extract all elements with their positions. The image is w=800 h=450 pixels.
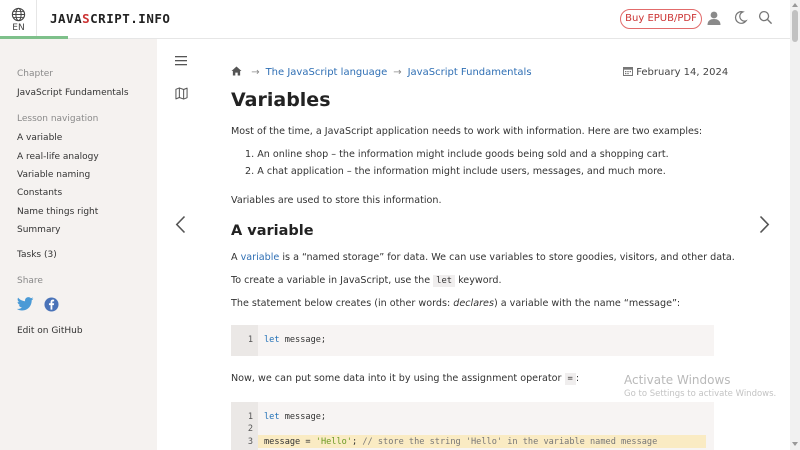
definition-paragraph: A variable is a “named storage” for data… <box>231 252 735 263</box>
sidebar-tasks-link[interactable]: Tasks (3) <box>17 250 57 260</box>
paragraph-text: Now, we can put some data into it by usi… <box>231 373 565 384</box>
code-block-2: 1 2 3 let message; message = 'Hello'; //… <box>231 402 714 450</box>
line-number: 1 <box>247 335 253 345</box>
declares-emphasis: declares <box>453 298 494 309</box>
let-keyword-code: let <box>433 275 456 287</box>
line-number: 3 <box>247 437 253 447</box>
code-string: 'Hello' <box>310 437 352 447</box>
sidebar: Chapter JavaScript Fundamentals Lesson n… <box>0 39 157 450</box>
breadcrumb-link-js-fundamentals[interactable]: JavaScript Fundamentals <box>408 67 532 78</box>
code-block-1: 1 let message; <box>231 325 714 356</box>
sidebar-item-summary[interactable]: Summary <box>17 225 61 235</box>
code-text: message; <box>279 335 327 345</box>
menu-icon[interactable] <box>175 55 187 66</box>
site-logo[interactable]: JAVASCRIPT.INFO <box>50 11 170 26</box>
scroll-down-arrow-icon[interactable] <box>792 442 798 446</box>
breadcrumb-separator: → <box>251 67 260 78</box>
breadcrumb-separator: → <box>393 67 402 78</box>
section-heading-a-variable: A variable <box>231 223 314 239</box>
activate-windows-title: Activate Windows <box>624 373 731 387</box>
map-icon[interactable] <box>175 87 188 100</box>
scroll-thumb[interactable] <box>792 10 798 42</box>
sidebar-share-heading: Share <box>17 276 43 286</box>
code-keyword: let <box>264 412 280 422</box>
definition-text: is a “named storage” for data. We can us… <box>279 252 735 263</box>
buy-epub-pdf-button[interactable]: Buy EPUB/PDF <box>620 9 702 29</box>
calendar-icon <box>623 67 633 76</box>
code-comment: // store the string 'Hello' in the varia… <box>357 437 658 447</box>
breadcrumb: → The JavaScript language → JavaScript Fund… <box>231 66 532 78</box>
page-title: Variables <box>231 89 331 111</box>
code-keyword: let <box>264 335 280 345</box>
paragraph-text: : <box>575 373 580 384</box>
breadcrumb-link-js-language[interactable]: The JavaScript language <box>266 67 388 78</box>
sidebar-item-a-variable[interactable]: A variable <box>17 133 62 143</box>
paragraph-variables-used: Variables are used to store this informa… <box>231 195 442 206</box>
chevron-left-icon[interactable] <box>175 215 186 234</box>
intro-paragraph: Most of the time, a JavaScript applicati… <box>231 126 703 137</box>
page-scrollbar[interactable] <box>790 0 800 450</box>
twitter-icon[interactable] <box>17 297 34 311</box>
search-icon[interactable] <box>758 10 773 25</box>
create-variable-paragraph: To create a variable in JavaScript, use … <box>231 275 502 287</box>
publish-date: February 14, 2024 <box>623 66 728 78</box>
logo-text-accent: S <box>82 11 91 26</box>
moon-icon[interactable] <box>733 10 748 25</box>
code-line: let message; <box>264 335 326 345</box>
assignment-paragraph: Now, we can put some data into it by usi… <box>231 373 580 385</box>
code-line: message = 'Hello'; // store the string '… <box>264 437 657 447</box>
user-icon[interactable] <box>706 10 722 26</box>
code-variable: message <box>264 437 306 447</box>
facebook-icon[interactable] <box>44 297 59 312</box>
list-item: 2. A chat application – the information … <box>245 166 666 177</box>
definition-prefix: A <box>231 252 241 263</box>
chevron-right-icon[interactable] <box>759 215 770 234</box>
sidebar-chapter-heading: Chapter <box>17 69 53 79</box>
activate-windows-subtitle: Go to Settings to activate Windows. <box>624 389 777 399</box>
sidebar-chapter-link[interactable]: JavaScript Fundamentals <box>17 88 129 98</box>
code-line: let message; <box>264 412 326 422</box>
paragraph-text: To create a variable in JavaScript, use … <box>231 275 434 286</box>
line-number: 1 <box>247 412 253 422</box>
language-switcher[interactable]: EN <box>0 0 37 39</box>
sidebar-item-name-things-right[interactable]: Name things right <box>17 207 98 217</box>
publish-date-text: February 14, 2024 <box>636 67 729 78</box>
declare-paragraph: The statement below creates (in other wo… <box>231 298 680 309</box>
scroll-up-arrow-icon[interactable] <box>792 3 798 7</box>
line-number: 2 <box>247 424 253 434</box>
paragraph-text: ) a variable with the name “message”: <box>493 298 681 309</box>
paragraph-text: The statement below creates (in other wo… <box>231 298 454 309</box>
sidebar-lesson-heading: Lesson navigation <box>17 114 99 124</box>
globe-icon <box>11 7 26 22</box>
paragraph-text: keyword. <box>455 275 502 286</box>
sidebar-item-variable-naming[interactable]: Variable naming <box>17 170 90 180</box>
language-code: EN <box>12 23 25 33</box>
logo-text-b: CRIPT.INFO <box>90 11 171 26</box>
list-item: 1. An online shop – the information migh… <box>245 149 669 160</box>
logo-text-a: JAVA <box>50 11 83 26</box>
edit-on-github-link[interactable]: Edit on GitHub <box>17 326 83 336</box>
top-bar: EN JAVASCRIPT.INFO Buy EPUB/PDF <box>0 0 800 39</box>
code-text: message; <box>279 412 327 422</box>
assignment-operator-code: = <box>564 373 576 385</box>
sidebar-item-real-life-analogy[interactable]: A real-life analogy <box>17 152 99 162</box>
sidebar-item-constants[interactable]: Constants <box>17 188 62 198</box>
home-icon[interactable] <box>231 66 242 76</box>
variable-link[interactable]: variable <box>241 252 280 263</box>
